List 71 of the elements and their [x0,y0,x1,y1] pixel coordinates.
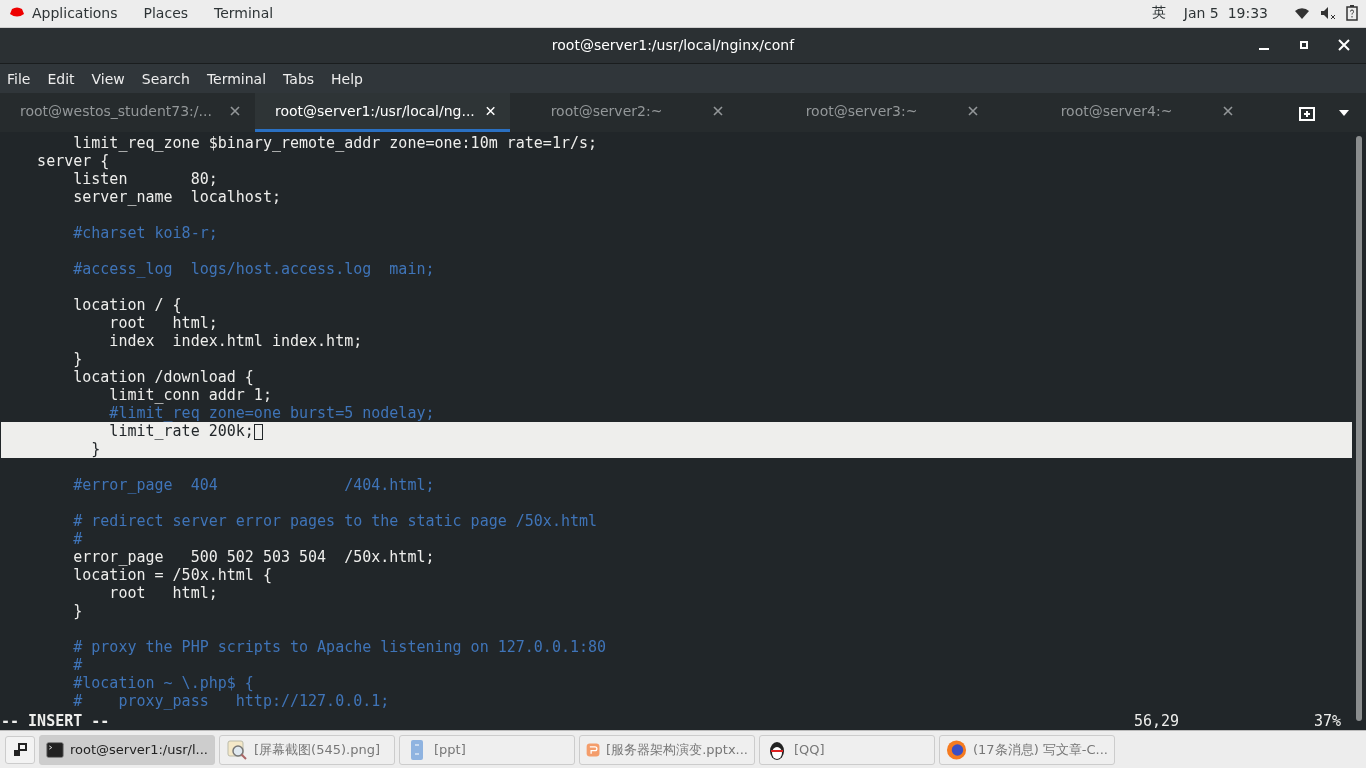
new-tab-icon[interactable] [1298,104,1316,121]
taskbar-button[interactable]: (17条消息) 写文章-C... [939,734,1115,765]
taskbar-button[interactable]: [屏幕截图(545).png] [219,734,395,765]
code-comment: # [72,530,83,549]
terminal-tab[interactable]: root@server2:~ [510,93,765,133]
code-comment: # proxy the PHP scripts to Apache listening on 127.0.0.1:80 [72,638,607,657]
taskbar-button[interactable]: [ppt] [399,734,575,765]
minimize-icon [1259,48,1269,51]
browser-icon [946,738,967,761]
menu-item[interactable]: Terminal [206,70,267,87]
top-bar-menu[interactable]: Applications [32,5,118,22]
code-line: limit_rate 200k; [108,422,254,441]
close-icon[interactable] [484,105,496,118]
clock[interactable]: Jan 5 19:33 [1183,5,1268,22]
code-line: listen 80; [72,170,218,189]
code-line: limit_req_zone $binary_remote_addr zone=one:10m rate=1r/s; [72,134,598,153]
wifi-icon[interactable] [1294,6,1310,21]
code-line: location /download { [72,368,254,387]
code-line: root html; [108,314,218,333]
code-line: } [90,440,101,459]
code-line: root html; [108,584,218,603]
code-line: index index.html index.htm; [108,332,363,351]
close-icon[interactable] [1222,105,1235,118]
menu-item[interactable]: Search [141,70,190,87]
menu-item[interactable]: Help [331,70,363,87]
code-comment: #location ~ \.php$ { [72,674,254,693]
window-title: root@server1:/usr/local/nginx/conf [550,37,796,54]
terminal-tab[interactable]: root@server3:~ [765,93,1020,133]
close-icon[interactable] [229,105,241,118]
code-line: location = /50x.html { [72,566,272,585]
input-method-indicator[interactable]: 英 [1151,4,1166,23]
top-bar-menu[interactable]: Places [143,5,189,22]
taskbar-button[interactable]: root@server1:/usr/l... [39,734,215,765]
close-icon[interactable] [967,105,980,118]
code-line: server { [36,152,110,171]
battery-unknown-icon[interactable] [1346,5,1358,22]
code-comment: #limit_req zone=one burst=5 nodelay; [108,404,435,423]
close-icon[interactable] [712,105,725,118]
scrollbar-thumb[interactable] [1356,136,1362,722]
menu-item[interactable]: View [91,70,125,87]
code-comment: #error_page 404 /404.html; [72,476,435,495]
taskbar-button[interactable]: [QQ] [759,734,935,765]
terminal-tab[interactable]: root@server1:/usr/local/ng... [255,93,510,133]
terminal-tab[interactable]: root@server4:~ [1020,93,1275,133]
code-line: } [72,350,83,369]
code-line: location / { [72,296,182,315]
editor-mode: -- INSERT -- [1,712,111,731]
menu-item[interactable]: File [7,70,31,87]
code-comment: # proxy_pass http://127.0.0.1; [72,692,390,711]
taskbar-button[interactable]: [服务器架构演变.pptx... [579,734,755,765]
cursor-position: 56,29 [1134,712,1181,731]
dropdown-icon[interactable] [1338,108,1350,117]
show-desktop-icon [13,742,27,757]
code-line: error_page 500 502 503 504 /50x.html; [72,548,435,567]
menu-item[interactable]: Edit [47,70,75,87]
close-icon [1338,39,1350,52]
code-comment: # [72,656,83,675]
top-bar-menu[interactable]: Terminal [214,5,274,22]
show-desktop-button[interactable] [5,735,35,764]
code-comment: #charset koi8-r; [72,224,218,243]
scroll-percent: 37% [1314,712,1343,731]
terminal-tab[interactable]: root@westos_student73:/... [0,93,255,133]
code-line: server_name localhost; [72,188,281,207]
code-line: } [72,602,83,621]
maximize-icon [1300,41,1308,50]
code-comment: # redirect server error pages to the static page /50x.html [72,512,598,531]
image-viewer-icon [226,738,248,761]
code-comment: #access_log logs/host.access.log main; [72,260,435,279]
volume-muted-icon[interactable] [1320,6,1336,21]
menu-item[interactable]: Tabs [283,70,315,87]
code-line: limit_conn addr 1; [108,386,272,405]
